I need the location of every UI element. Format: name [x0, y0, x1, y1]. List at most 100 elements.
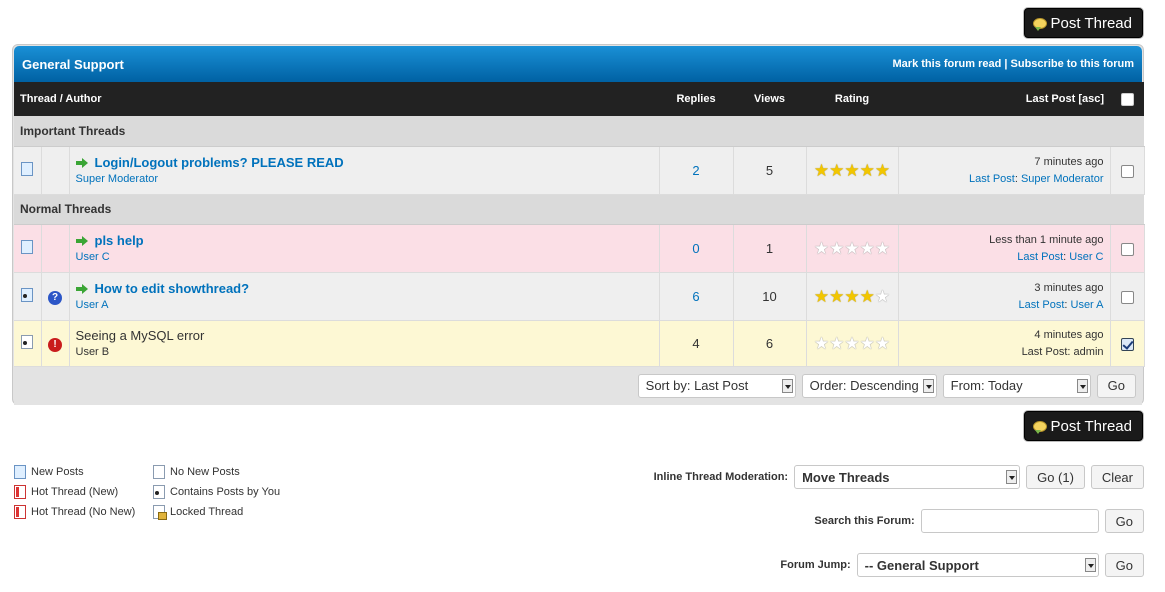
column-header-row: Thread / Author Replies Views Rating Las…: [14, 82, 1145, 116]
forum-jump-select[interactable]: -- General Support: [856, 553, 1099, 577]
rating-stars: ★ ★ ★ ★ ★: [813, 240, 892, 257]
last-poster-link[interactable]: User A: [1071, 299, 1104, 311]
moderation-clear-button[interactable]: Clear: [1090, 465, 1144, 489]
star-empty-icon: ★: [844, 333, 860, 353]
sort-by-select[interactable]: Sort by: Last Post: [637, 373, 796, 398]
moderation-action-select[interactable]: Move Threads: [794, 465, 1021, 489]
go-to-first-unread-icon[interactable]: [75, 283, 89, 294]
star-empty-icon: ★: [874, 286, 891, 306]
star-filled-icon: ★: [859, 160, 875, 180]
thread-title-link[interactable]: Login/Logout problems? PLEASE READ: [95, 155, 344, 170]
thread-author-link[interactable]: Super Moderator: [76, 173, 159, 185]
col-rating[interactable]: Rating: [806, 82, 899, 116]
forum-jump-go-button[interactable]: Go: [1104, 553, 1144, 577]
rating-stars: ★ ★ ★ ★ ★: [813, 335, 892, 352]
legend-label: Hot Thread (New): [31, 486, 119, 498]
views-count: 10: [733, 272, 807, 321]
thread-author-link[interactable]: User A: [76, 299, 109, 311]
col-views[interactable]: Views: [733, 82, 807, 116]
chevron-down-icon: [1076, 378, 1088, 393]
thread-author-link[interactable]: User C: [76, 251, 110, 263]
star-empty-icon: ★: [813, 238, 830, 258]
go-to-first-unread-icon[interactable]: [75, 235, 89, 246]
search-go-button[interactable]: Go: [1104, 509, 1144, 533]
legend-label: Hot Thread (No New): [31, 506, 136, 518]
post-thread-button-top[interactable]: Post Thread: [1023, 8, 1143, 38]
contains-posts-by-you-icon: [21, 287, 34, 302]
replies-link[interactable]: 6: [692, 289, 699, 304]
threads-table: Thread / Author Replies Views Rating Las…: [14, 82, 1145, 367]
thread-author-link[interactable]: User B: [76, 346, 110, 358]
chevron-down-icon: [1006, 470, 1018, 484]
post-thread-button-bottom[interactable]: Post Thread: [1023, 411, 1143, 441]
mark-forum-read-link[interactable]: Mark this forum read: [893, 58, 1002, 70]
sort-indicator: [asc]: [1078, 93, 1105, 105]
star-filled-icon: ★: [813, 160, 830, 180]
post-thread-label: Post Thread: [1050, 417, 1132, 435]
new-posts-icon: [14, 465, 26, 479]
thread-title-link[interactable]: pls help: [95, 233, 144, 248]
thread-select-checkbox[interactable]: [1120, 337, 1134, 351]
chevron-down-icon: [781, 378, 793, 393]
replies-link[interactable]: 4: [692, 336, 699, 351]
last-post-time: 3 minutes ago: [1034, 281, 1104, 294]
thread-row: pls help User C 0 1 ★ ★ ★ ★ ★ Less than 1 mi…: [14, 224, 1145, 273]
star-filled-icon: ★: [844, 286, 860, 306]
star-empty-icon: ★: [859, 333, 875, 353]
thread-row: ! Seeing a MySQL error User B 4 6 ★ ★ ★ ★ ★ …: [14, 320, 1145, 367]
thread-row: ? How to edit showthread? User A 6 10 ★ ★…: [14, 272, 1145, 321]
forum-header: General Support Mark this forum read | S…: [14, 46, 1142, 82]
link-separator: |: [1004, 58, 1008, 70]
section-label: Normal Threads: [14, 194, 1145, 225]
star-empty-icon: ★: [844, 238, 860, 258]
legend-label: New Posts: [31, 466, 84, 478]
section-label: Important Threads: [14, 116, 1145, 147]
contains-posts-by-you-icon: [21, 334, 34, 349]
order-select[interactable]: Order: Descending: [801, 373, 937, 398]
subscribe-forum-link[interactable]: Subscribe to this forum: [1011, 58, 1134, 70]
forum-jump: Forum Jump: -- General Support Go: [780, 553, 1144, 577]
search-forum-input[interactable]: [920, 509, 1099, 533]
chevron-down-icon: [922, 378, 934, 393]
moderation-go-button[interactable]: Go (1): [1026, 465, 1085, 489]
col-last-post[interactable]: Last Post [asc]: [898, 82, 1111, 116]
star-filled-icon: ★: [844, 160, 860, 180]
star-filled-icon: ★: [874, 160, 891, 180]
go-to-first-unread-icon[interactable]: [75, 157, 89, 168]
last-poster-link[interactable]: Super Moderator: [1021, 173, 1104, 185]
last-post-time: Less than 1 minute ago: [989, 233, 1104, 246]
last-post-link[interactable]: Last Post: [1019, 299, 1065, 311]
search-forum-label: Search this Forum:: [814, 515, 915, 527]
new-posts-icon: [21, 161, 34, 176]
last-post-label: Last Post:: [1021, 345, 1071, 358]
new-posts-icon: [21, 239, 34, 254]
col-replies[interactable]: Replies: [659, 82, 734, 116]
replies-link[interactable]: 0: [692, 241, 699, 256]
star-empty-icon: ★: [829, 238, 845, 258]
star-empty-icon: ★: [874, 238, 891, 258]
forum-header-links: Mark this forum read | Subscribe to this…: [893, 58, 1134, 70]
select-all-cell: [1110, 82, 1145, 116]
chevron-down-icon: [1084, 558, 1096, 572]
forum-jump-label: Forum Jump:: [780, 559, 851, 571]
sort-go-button[interactable]: Go: [1096, 373, 1136, 398]
last-post-time: 7 minutes ago: [1034, 155, 1104, 168]
locked-thread-icon: [153, 505, 167, 520]
thread-select-checkbox[interactable]: [1120, 290, 1134, 304]
last-post-link[interactable]: Last Post: [969, 173, 1015, 185]
contains-posts-by-you-icon: [153, 485, 165, 499]
select-all-checkbox[interactable]: [1120, 92, 1134, 106]
forum-thread-list: General Support Mark this forum read | S…: [12, 44, 1145, 405]
thread-title-link[interactable]: How to edit showthread?: [95, 281, 250, 296]
from-select[interactable]: From: Today: [942, 373, 1091, 398]
thread-title-link[interactable]: Seeing a MySQL error: [76, 328, 205, 343]
post-thread-label: Post Thread: [1050, 14, 1132, 32]
thread-select-checkbox[interactable]: [1120, 164, 1134, 178]
last-poster-link[interactable]: User C: [1069, 251, 1103, 263]
sort-bar: Sort by: Last Post Order: Descending Fro…: [14, 366, 1142, 405]
last-post-link[interactable]: Last Post: [1017, 251, 1063, 263]
thread-select-checkbox[interactable]: [1120, 242, 1134, 256]
replies-link[interactable]: 2: [692, 163, 699, 178]
forum-title: General Support: [22, 56, 124, 72]
col-thread-author[interactable]: Thread / Author: [14, 82, 660, 116]
